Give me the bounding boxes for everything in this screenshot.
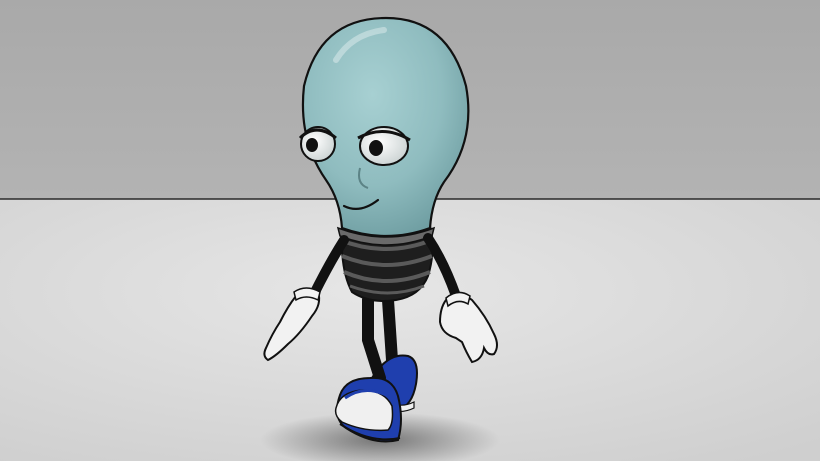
render-scene [0,0,820,461]
screw-base [336,224,436,302]
scene-canvas [0,0,820,461]
left-eye [298,126,337,162]
right-eye [357,126,411,166]
